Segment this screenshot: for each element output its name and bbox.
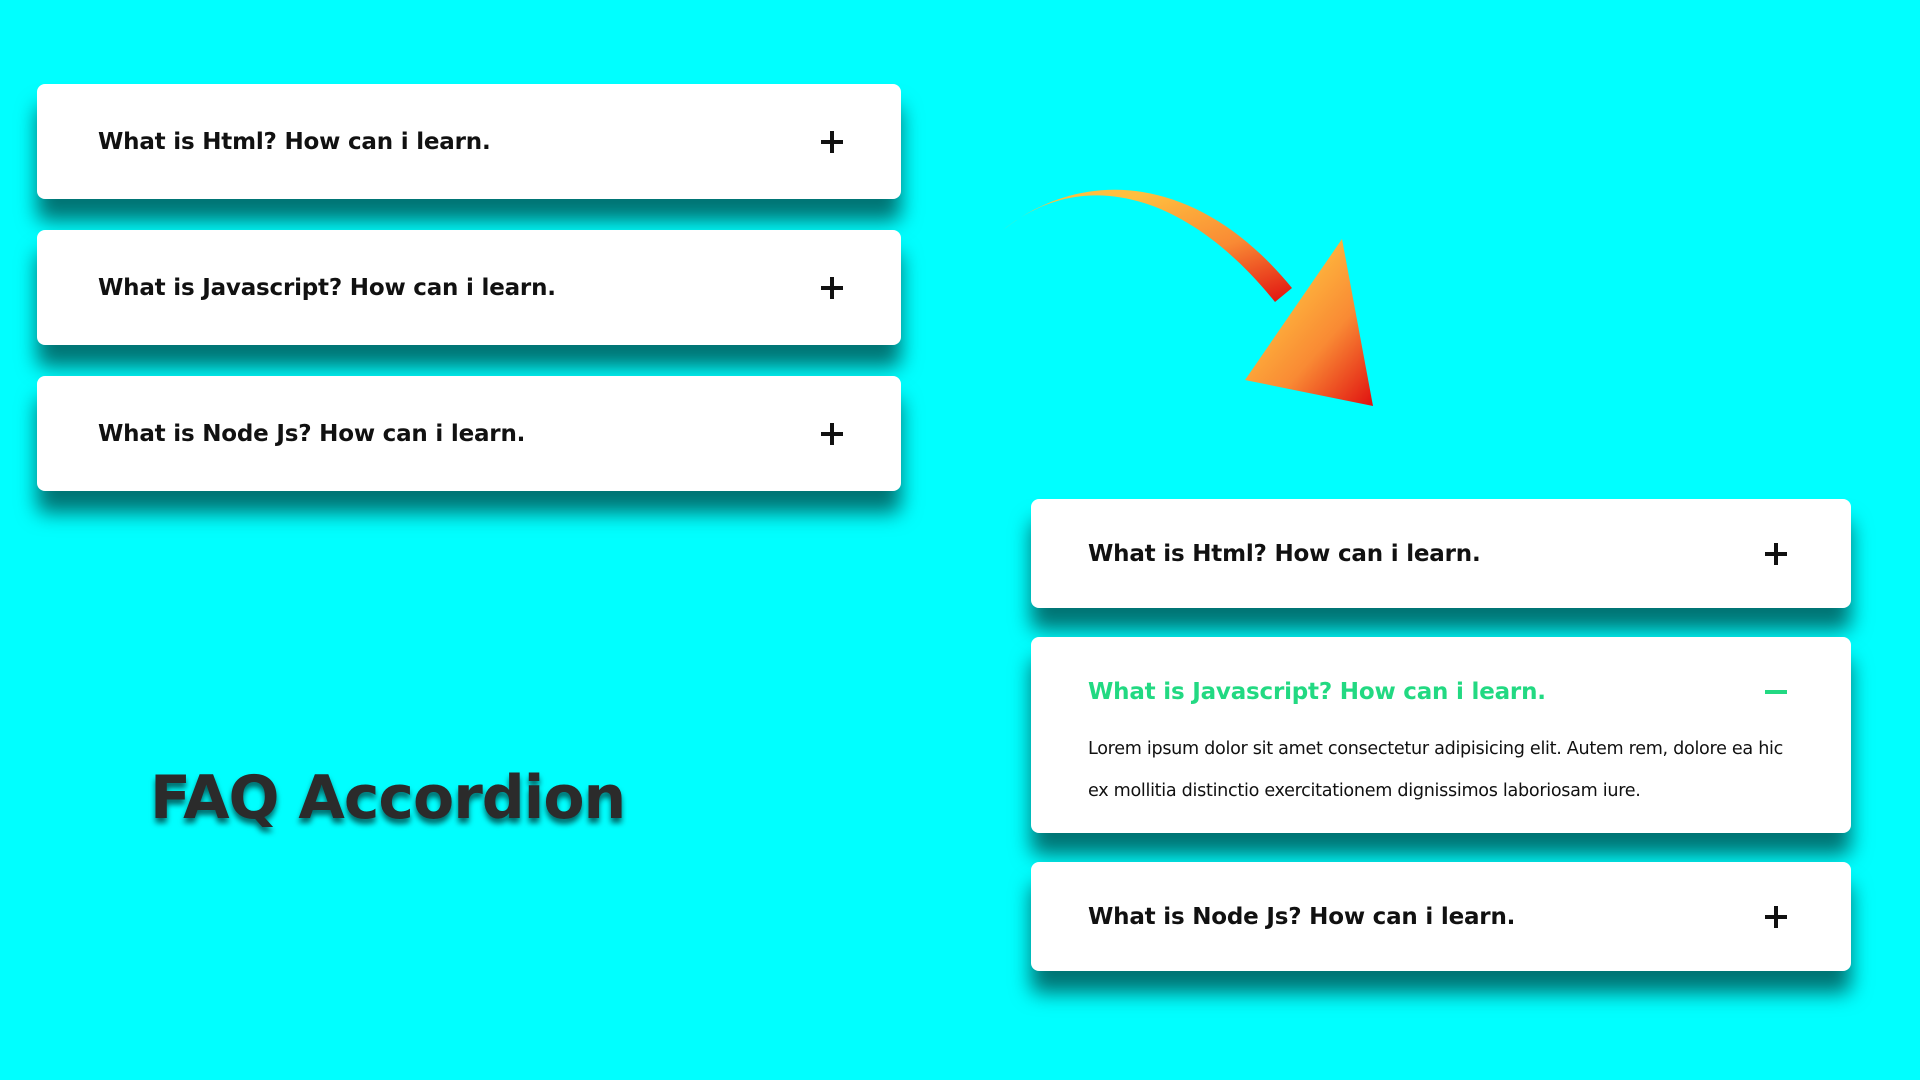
- faq-question-button[interactable]: What is Html? How can i learn.: [1088, 499, 1787, 608]
- faq-accordion-collapsed: What is Html? How can i learn. What is J…: [37, 84, 901, 522]
- faq-question-button[interactable]: What is Javascript? How can i learn.: [98, 230, 843, 345]
- faq-item-html: What is Html? How can i learn.: [37, 84, 901, 199]
- faq-question-text: What is Javascript? How can i learn.: [1088, 679, 1546, 705]
- faq-question-button[interactable]: What is Node Js? How can i learn.: [98, 376, 843, 491]
- faq-item-javascript: What is Javascript? How can i learn.: [37, 230, 901, 345]
- faq-item-html: What is Html? How can i learn.: [1031, 499, 1851, 608]
- curved-arrow-icon: [1003, 189, 1373, 406]
- faq-question-button[interactable]: What is Node Js? How can i learn.: [1088, 862, 1787, 971]
- faq-question-text: What is Html? How can i learn.: [98, 128, 491, 155]
- faq-question-text: What is Node Js? How can i learn.: [1088, 903, 1516, 930]
- faq-question-button[interactable]: What is Html? How can i learn.: [98, 84, 843, 199]
- minus-icon[interactable]: [1765, 681, 1787, 703]
- faq-question-text: What is Javascript? How can i learn.: [98, 274, 556, 301]
- faq-item-javascript: What is Javascript? How can i learn. Lor…: [1031, 637, 1851, 833]
- faq-answer-text: Lorem ipsum dolor sit amet consectetur a…: [1088, 739, 1783, 801]
- faq-item-nodejs: What is Node Js? How can i learn.: [37, 376, 901, 491]
- plus-icon[interactable]: [821, 130, 843, 153]
- plus-icon[interactable]: [1765, 542, 1787, 565]
- plus-icon[interactable]: [821, 422, 843, 445]
- plus-icon[interactable]: [1765, 905, 1787, 928]
- faq-question-text: What is Html? How can i learn.: [1088, 540, 1481, 567]
- page-title: FAQ Accordion: [150, 763, 626, 833]
- faq-accordion-expanded: What is Html? How can i learn. What is J…: [1031, 499, 1851, 1000]
- faq-question-text: What is Node Js? How can i learn.: [98, 420, 526, 447]
- plus-icon[interactable]: [821, 276, 843, 299]
- faq-item-nodejs: What is Node Js? How can i learn.: [1031, 862, 1851, 971]
